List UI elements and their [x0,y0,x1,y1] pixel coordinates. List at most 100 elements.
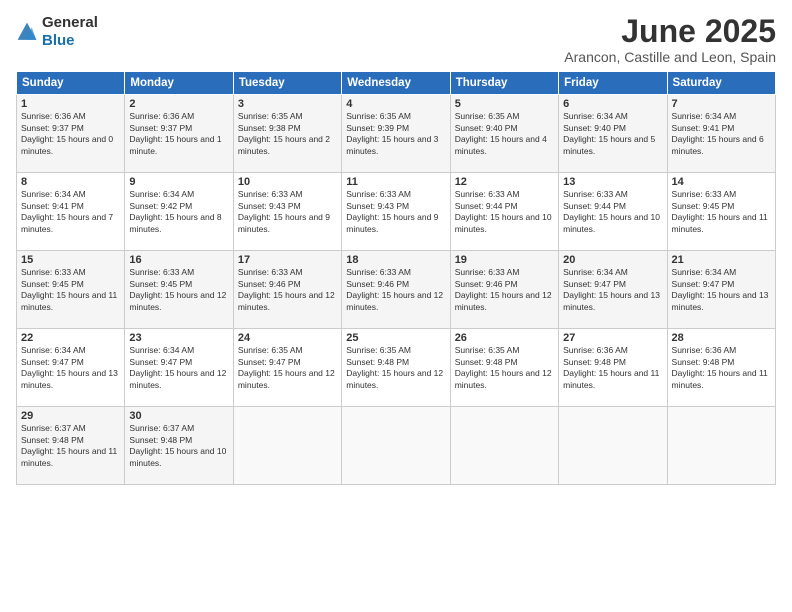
calendar-header-row: Sunday Monday Tuesday Wednesday Thursday… [17,72,776,95]
logo-text: General Blue [42,14,98,50]
table-row: 26Sunrise: 6:35 AMSunset: 9:48 PMDayligh… [450,329,558,407]
calendar-table: Sunday Monday Tuesday Wednesday Thursday… [16,71,776,485]
day-number: 16 [129,254,228,266]
cell-content: Sunrise: 6:33 AMSunset: 9:45 PMDaylight:… [21,267,120,313]
daylight: Daylight: 15 hours and 13 minutes. [563,290,662,313]
sunset: Sunset: 9:47 PM [563,279,662,290]
table-row: 25Sunrise: 6:35 AMSunset: 9:48 PMDayligh… [342,329,450,407]
sunset: Sunset: 9:40 PM [563,123,662,134]
sunrise: Sunrise: 6:33 AM [238,189,337,200]
cell-content: Sunrise: 6:34 AMSunset: 9:47 PMDaylight:… [672,267,771,313]
daylight: Daylight: 15 hours and 9 minutes. [238,212,337,235]
daylight: Daylight: 15 hours and 1 minute. [129,134,228,157]
sunrise: Sunrise: 6:36 AM [672,345,771,356]
table-row: 17Sunrise: 6:33 AMSunset: 9:46 PMDayligh… [233,251,341,329]
sunset: Sunset: 9:37 PM [129,123,228,134]
logo-icon [16,21,38,43]
daylight: Daylight: 15 hours and 12 minutes. [129,290,228,313]
cell-content: Sunrise: 6:36 AMSunset: 9:48 PMDaylight:… [563,345,662,391]
cell-content: Sunrise: 6:34 AMSunset: 9:47 PMDaylight:… [21,345,120,391]
table-row: 14Sunrise: 6:33 AMSunset: 9:45 PMDayligh… [667,173,775,251]
sunrise: Sunrise: 6:33 AM [21,267,120,278]
table-row: 6Sunrise: 6:34 AMSunset: 9:40 PMDaylight… [559,95,667,173]
daylight: Daylight: 15 hours and 10 minutes. [563,212,662,235]
cell-content: Sunrise: 6:34 AMSunset: 9:47 PMDaylight:… [563,267,662,313]
sunrise: Sunrise: 6:34 AM [129,345,228,356]
cell-content: Sunrise: 6:35 AMSunset: 9:48 PMDaylight:… [455,345,554,391]
sunset: Sunset: 9:44 PM [563,201,662,212]
day-number: 11 [346,176,445,188]
sunset: Sunset: 9:48 PM [563,357,662,368]
sunrise: Sunrise: 6:35 AM [238,111,337,122]
sunrise: Sunrise: 6:37 AM [129,423,228,434]
daylight: Daylight: 15 hours and 5 minutes. [563,134,662,157]
daylight: Daylight: 15 hours and 12 minutes. [346,368,445,391]
day-number: 23 [129,332,228,344]
table-row: 3Sunrise: 6:35 AMSunset: 9:38 PMDaylight… [233,95,341,173]
table-row: 23Sunrise: 6:34 AMSunset: 9:47 PMDayligh… [125,329,233,407]
sunset: Sunset: 9:48 PM [129,435,228,446]
day-number: 8 [21,176,120,188]
day-number: 17 [238,254,337,266]
sunrise: Sunrise: 6:33 AM [129,267,228,278]
sunset: Sunset: 9:48 PM [346,357,445,368]
sunset: Sunset: 9:45 PM [129,279,228,290]
day-number: 5 [455,98,554,110]
daylight: Daylight: 15 hours and 12 minutes. [346,290,445,313]
header-saturday: Saturday [667,72,775,95]
sunset: Sunset: 9:38 PM [238,123,337,134]
daylight: Daylight: 15 hours and 11 minutes. [21,290,120,313]
table-row: 1Sunrise: 6:36 AMSunset: 9:37 PMDaylight… [17,95,125,173]
sunrise: Sunrise: 6:34 AM [21,189,120,200]
day-number: 18 [346,254,445,266]
table-row [342,407,450,485]
sunrise: Sunrise: 6:33 AM [455,267,554,278]
sunset: Sunset: 9:41 PM [672,123,771,134]
cell-content: Sunrise: 6:33 AMSunset: 9:43 PMDaylight:… [238,189,337,235]
sunset: Sunset: 9:42 PM [129,201,228,212]
day-number: 2 [129,98,228,110]
cell-content: Sunrise: 6:35 AMSunset: 9:47 PMDaylight:… [238,345,337,391]
cell-content: Sunrise: 6:37 AMSunset: 9:48 PMDaylight:… [21,423,120,469]
header-thursday: Thursday [450,72,558,95]
day-number: 7 [672,98,771,110]
daylight: Daylight: 15 hours and 11 minutes. [21,446,120,469]
logo: General Blue [16,14,98,50]
day-number: 22 [21,332,120,344]
daylight: Daylight: 15 hours and 6 minutes. [672,134,771,157]
day-number: 10 [238,176,337,188]
day-number: 28 [672,332,771,344]
daylight: Daylight: 15 hours and 10 minutes. [129,446,228,469]
sunrise: Sunrise: 6:36 AM [21,111,120,122]
cell-content: Sunrise: 6:33 AMSunset: 9:43 PMDaylight:… [346,189,445,235]
table-row: 2Sunrise: 6:36 AMSunset: 9:37 PMDaylight… [125,95,233,173]
table-row: 29Sunrise: 6:37 AMSunset: 9:48 PMDayligh… [17,407,125,485]
sunset: Sunset: 9:43 PM [346,201,445,212]
sunrise: Sunrise: 6:33 AM [346,189,445,200]
day-number: 13 [563,176,662,188]
day-number: 12 [455,176,554,188]
cell-content: Sunrise: 6:35 AMSunset: 9:48 PMDaylight:… [346,345,445,391]
day-number: 27 [563,332,662,344]
cell-content: Sunrise: 6:34 AMSunset: 9:47 PMDaylight:… [129,345,228,391]
header-sunday: Sunday [17,72,125,95]
sunrise: Sunrise: 6:37 AM [21,423,120,434]
sunrise: Sunrise: 6:36 AM [129,111,228,122]
header-friday: Friday [559,72,667,95]
daylight: Daylight: 15 hours and 13 minutes. [21,368,120,391]
cell-content: Sunrise: 6:36 AMSunset: 9:37 PMDaylight:… [21,111,120,157]
table-row [450,407,558,485]
sunset: Sunset: 9:44 PM [455,201,554,212]
table-row: 27Sunrise: 6:36 AMSunset: 9:48 PMDayligh… [559,329,667,407]
daylight: Daylight: 15 hours and 12 minutes. [129,368,228,391]
cell-content: Sunrise: 6:33 AMSunset: 9:44 PMDaylight:… [563,189,662,235]
table-row: 10Sunrise: 6:33 AMSunset: 9:43 PMDayligh… [233,173,341,251]
table-row: 13Sunrise: 6:33 AMSunset: 9:44 PMDayligh… [559,173,667,251]
day-number: 14 [672,176,771,188]
day-number: 29 [21,410,120,422]
cell-content: Sunrise: 6:35 AMSunset: 9:39 PMDaylight:… [346,111,445,157]
calendar-week-2: 8Sunrise: 6:34 AMSunset: 9:41 PMDaylight… [17,173,776,251]
sunrise: Sunrise: 6:34 AM [563,111,662,122]
daylight: Daylight: 15 hours and 13 minutes. [672,290,771,313]
day-number: 19 [455,254,554,266]
